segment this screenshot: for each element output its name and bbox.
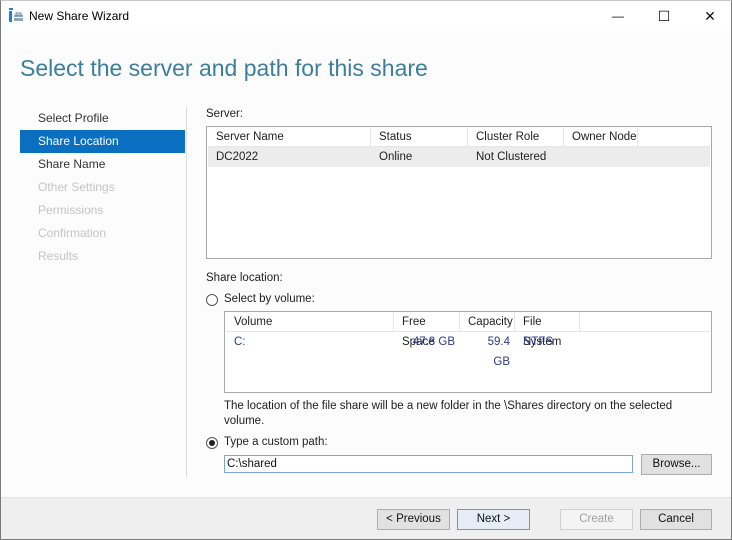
volume-note: The location of the file share will be a… — [224, 400, 673, 427]
column-header-file-system[interactable]: File System — [515, 312, 580, 348]
column-header-cluster-role[interactable]: Cluster Role — [468, 127, 564, 146]
column-header-status[interactable]: Status — [371, 127, 468, 146]
volume-list-header: Volume Free Space Capacity File System — [226, 312, 710, 348]
capacity-cell: 59.4 GB — [487, 336, 510, 368]
column-header-server-name[interactable]: Server Name — [208, 127, 371, 146]
select-by-volume-radio[interactable] — [206, 294, 218, 306]
column-header-free-space[interactable]: Free Space — [394, 312, 460, 348]
nav-item-confirmation: Confirmation — [38, 226, 107, 240]
minimize-button[interactable]: — — [595, 1, 641, 31]
nav-item-share-location[interactable]: Share Location — [20, 130, 185, 153]
wizard-nav: Select Profile Share Location Share Name… — [20, 107, 185, 268]
page-title: Select the server and path for this shar… — [20, 55, 428, 81]
select-by-volume-label[interactable]: Select by volume: — [224, 293, 315, 305]
wizard-window: New Share Wizard — ☐ ✕ Select the server… — [0, 0, 732, 540]
browse-button[interactable]: Browse... — [641, 454, 712, 475]
create-button: Create — [560, 509, 633, 530]
table-row[interactable]: C: 47.8 GB 59.4 GB NTFS — [226, 332, 710, 368]
server-list[interactable]: Server Name Status Cluster Role Owner No… — [206, 126, 712, 259]
volume-cell: C: — [234, 336, 246, 348]
maximize-button[interactable]: ☐ — [641, 1, 687, 31]
nav-divider — [186, 107, 187, 477]
file-system-cell: NTFS — [523, 336, 554, 348]
share-location-label: Share location: — [206, 272, 283, 284]
column-header-volume[interactable]: Volume — [226, 312, 394, 331]
nav-item-results: Results — [38, 249, 79, 263]
close-button[interactable]: ✕ — [687, 1, 732, 31]
nav-item-permissions: Permissions — [38, 203, 104, 217]
status-cell: Online — [379, 151, 413, 163]
window-title: New Share Wizard — [29, 9, 130, 23]
nav-item-select-profile[interactable]: Select Profile — [20, 107, 185, 130]
volume-list[interactable]: Volume Free Space Capacity File System C… — [224, 311, 712, 393]
server-name-cell: DC2022 — [216, 151, 259, 163]
server-list-header: Server Name Status Cluster Role Owner No… — [208, 127, 710, 147]
owner-node-cell — [564, 147, 638, 167]
custom-path-radio[interactable] — [206, 437, 218, 449]
column-header-owner-node[interactable]: Owner Node — [564, 127, 638, 146]
cancel-button[interactable]: Cancel — [640, 509, 712, 530]
free-space-cell: 47.8 GB — [412, 336, 455, 348]
nav-item-other-settings: Other Settings — [38, 180, 115, 194]
share-wizard-icon — [9, 8, 23, 22]
footer-bar: < Previous Next > Create Cancel — [1, 497, 731, 539]
custom-path-label[interactable]: Type a custom path: — [224, 436, 328, 448]
column-header-capacity[interactable]: Capacity — [460, 312, 515, 331]
cluster-role-cell: Not Clustered — [476, 151, 547, 163]
custom-path-input[interactable] — [224, 455, 633, 473]
nav-item-share-name[interactable]: Share Name — [20, 153, 185, 176]
minimize-icon: — — [612, 9, 624, 23]
close-icon: ✕ — [704, 7, 716, 24]
maximize-icon: ☐ — [657, 7, 671, 24]
previous-button[interactable]: < Previous — [377, 509, 450, 530]
next-button[interactable]: Next > — [457, 509, 530, 530]
table-row[interactable]: DC2022 Online Not Clustered — [208, 147, 710, 167]
title-bar: New Share Wizard — ☐ ✕ — [1, 1, 731, 31]
server-label: Server: — [206, 108, 244, 120]
